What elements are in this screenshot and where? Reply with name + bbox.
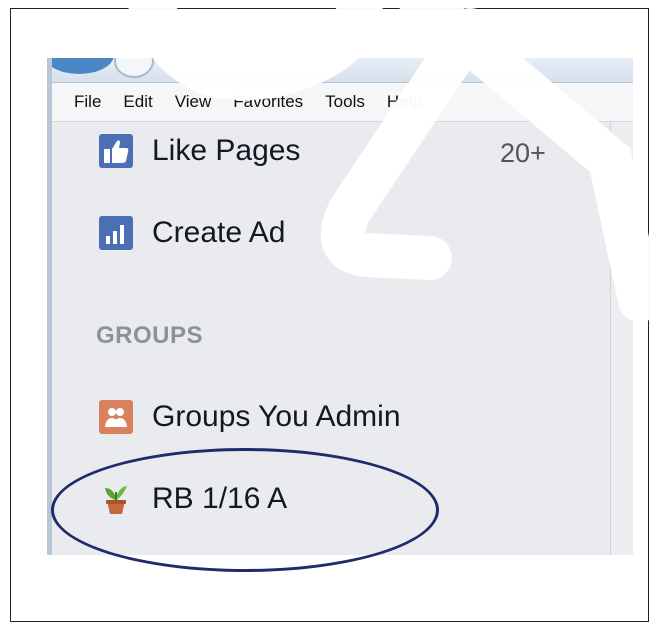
menu-view[interactable]: View [175, 92, 212, 112]
menu-bar: File Edit View Favorites Tools Help [52, 83, 633, 122]
sidebar-item-label: Groups You Admin [152, 400, 401, 433]
sidebar-item-label: Create Ad [152, 216, 286, 249]
menu-tools[interactable]: Tools [325, 92, 365, 112]
browser-forward-button[interactable] [114, 58, 154, 78]
sidebar-item-groups-you-admin[interactable]: Groups You Admin [99, 400, 401, 434]
window-titlebar [52, 58, 633, 83]
group-admin-icon [99, 400, 133, 434]
sidebar-item-label: Like Pages [152, 134, 301, 167]
menu-help[interactable]: Help [387, 92, 422, 112]
menu-favorites[interactable]: Favorites [233, 92, 303, 112]
sidebar-item-create-ad[interactable]: Create Ad [99, 216, 285, 250]
bar-chart-icon [99, 216, 133, 250]
groups-section-header: GROUPS [96, 322, 204, 349]
browser-back-button[interactable] [52, 58, 114, 74]
menu-file[interactable]: File [74, 92, 101, 112]
sidebar-item-like-pages[interactable]: Like Pages [99, 134, 300, 168]
like-pages-count: 20+ [500, 138, 546, 168]
thumbs-up-icon [99, 134, 133, 168]
menu-edit[interactable]: Edit [123, 92, 152, 112]
annotation-ellipse [51, 448, 439, 572]
